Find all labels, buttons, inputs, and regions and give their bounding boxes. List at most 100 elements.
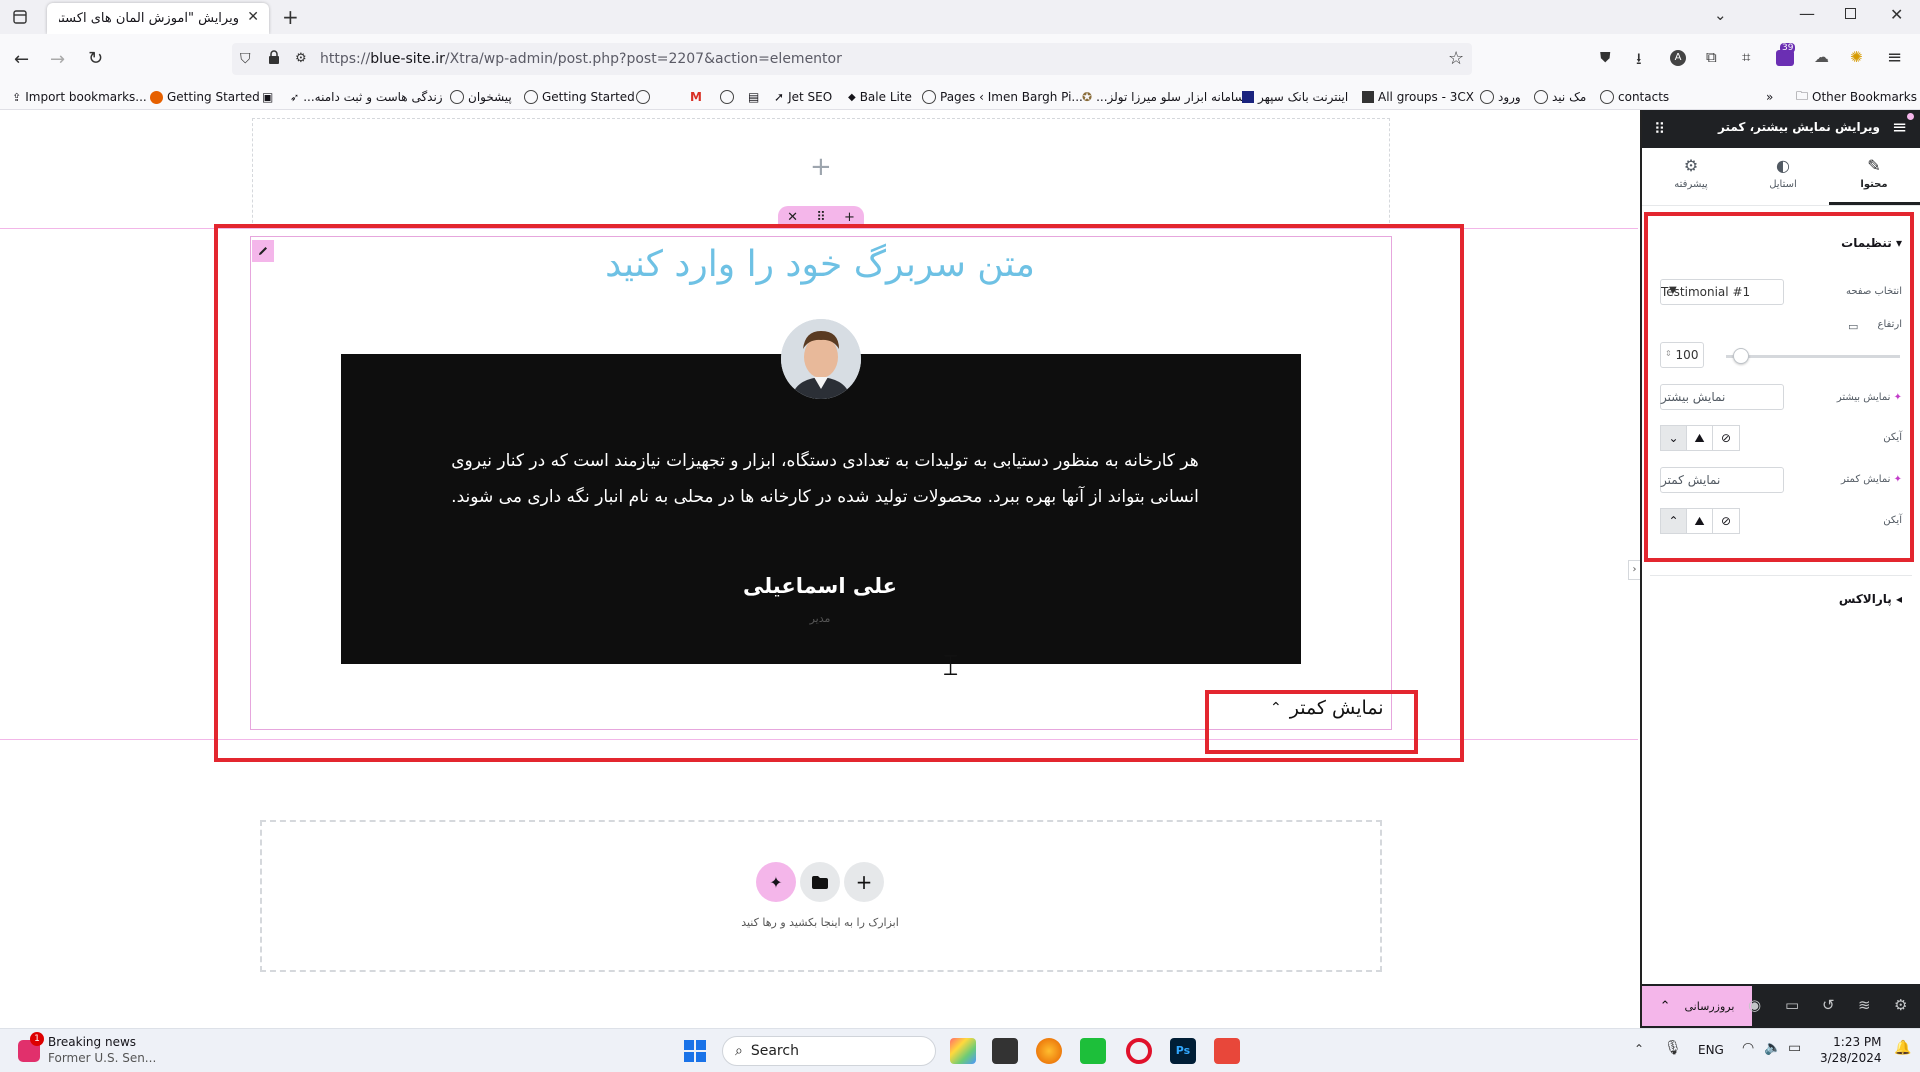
bookmark-app-icon[interactable]: ▤ <box>748 87 759 107</box>
chevron-up-icon-2[interactable]: ⌃ <box>1661 509 1687 533</box>
preview-eye-icon[interactable]: ◉ <box>1748 996 1761 1014</box>
permissions-icon[interactable]: ⚙ <box>295 51 307 66</box>
bookmark-getting-started-2[interactable]: Getting Started <box>524 87 635 107</box>
close-window-icon[interactable]: ✕ <box>1890 5 1903 24</box>
crop-icon[interactable]: ⌗ <box>1742 48 1750 66</box>
bookmark-star-icon[interactable]: ☆ <box>1448 48 1464 69</box>
bookmark-pages[interactable]: Pages ‹ Imen Bargh Pi... <box>922 87 1083 107</box>
notifications-bell-icon[interactable]: 🔔 <box>1894 1040 1911 1056</box>
show-more-text-input[interactable]: نمایش بیشتر <box>1660 384 1784 410</box>
bookmark-getting-started[interactable]: Getting Started <box>150 87 260 107</box>
no-icon-icon-2[interactable]: ⊘ <box>1713 509 1739 533</box>
update-button[interactable]: بروزرسانی ⌃ <box>1642 986 1752 1026</box>
wifi-icon[interactable]: ◠ <box>1742 1040 1754 1056</box>
history-icon[interactable]: ↺ <box>1822 996 1835 1014</box>
photoshop-app-icon[interactable]: Ps <box>1170 1038 1196 1064</box>
microphone-icon[interactable]: 🎙 <box>1664 1040 1682 1056</box>
responsive-desktop-icon[interactable]: ▭ <box>1848 320 1858 333</box>
downloads-icon[interactable]: ⭳ <box>1636 48 1642 75</box>
section-parallax-toggle[interactable]: ◂ پارالاکس <box>1760 592 1902 606</box>
menu-icon[interactable]: ≡ <box>1887 47 1902 68</box>
add-element-plus-icon[interactable]: + <box>810 152 832 182</box>
no-icon-icon[interactable]: ⊘ <box>1713 426 1739 450</box>
height-number-input[interactable]: ⇕ 100 <box>1660 342 1704 368</box>
minimize-icon[interactable]: — <box>1799 4 1815 23</box>
volume-icon[interactable]: 🔈 <box>1764 1040 1781 1056</box>
bookmark-contacts[interactable]: contacts <box>1600 87 1669 107</box>
bookmarks-overflow-icon[interactable]: » <box>1766 87 1773 107</box>
firefox-app-icon[interactable] <box>1036 1038 1062 1064</box>
show-less-icon-chooser[interactable]: ⌃ ⛰ ⊘ <box>1660 508 1740 534</box>
tab-overflow-chevron-icon[interactable]: ⌄ <box>1714 6 1727 24</box>
news-widget[interactable]: 1 Breaking news Former U.S. Sen... <box>18 1032 156 1066</box>
bookmark-jet-seo[interactable]: ➚ Jet SEO <box>774 87 832 107</box>
responsive-mode-icon[interactable]: ▭ <box>1785 996 1799 1014</box>
section-settings-toggle[interactable]: ▾ تنظیمات <box>1760 236 1902 250</box>
show-less-text-input[interactable]: نمایش کمتر <box>1660 467 1784 493</box>
account-icon[interactable]: A <box>1670 50 1686 66</box>
taskbar-search[interactable]: ⌕ Search <box>722 1036 936 1066</box>
cloud-icon[interactable]: ☁ <box>1814 48 1829 66</box>
browser-tab[interactable]: ویرایش "آموزش المان های اکسترا – ... ✕ <box>47 3 269 34</box>
bookmark-globe-icon-2[interactable] <box>720 87 734 107</box>
drag-section-icon[interactable]: ⠿ <box>816 210 826 225</box>
reload-icon[interactable]: ↻ <box>88 48 103 69</box>
height-slider[interactable] <box>1726 348 1900 364</box>
pocket-icon[interactable]: ⛊ <box>1600 50 1611 66</box>
upload-icon-2[interactable]: ⛰ <box>1687 509 1713 533</box>
files-app-icon[interactable] <box>992 1038 1018 1064</box>
shield-icon[interactable]: ⛉ <box>240 51 251 67</box>
height-slider-thumb[interactable] <box>1732 348 1749 364</box>
copilot-app-icon[interactable] <box>950 1038 976 1064</box>
upload-icon[interactable]: ⛰ <box>1687 426 1713 450</box>
extension-badge-icon[interactable]: 39 <box>1776 43 1796 66</box>
extensions-icon[interactable]: ⧉ <box>1706 48 1717 66</box>
url-text[interactable]: https://blue-site.ir/Xtra/wp-admin/post.… <box>320 51 842 67</box>
tab-list-icon[interactable] <box>10 8 30 26</box>
addon-icon[interactable]: ✺ <box>1850 48 1863 66</box>
bookmark-globe-icon[interactable] <box>636 87 650 107</box>
windows-start-icon[interactable] <box>684 1040 706 1062</box>
bookmark-3cx[interactable]: All groups - 3CX <box>1362 87 1474 107</box>
other-bookmarks[interactable]: 🗀 Other Bookmarks <box>1796 87 1917 107</box>
bookmark-gmail-icon[interactable]: M <box>690 87 702 107</box>
green-app-icon[interactable] <box>1080 1038 1106 1064</box>
bookmark-login[interactable]: ورود <box>1480 87 1521 107</box>
system-clock[interactable]: 1:23 PM 3/28/2024 <box>1820 1034 1882 1066</box>
add-section-icon[interactable]: + <box>844 210 855 225</box>
bookmark-tools[interactable]: ✪ ...سامانه ابزار سلو میرزا تولز <box>1082 87 1245 107</box>
chevron-up-icon-3[interactable]: ⌃ <box>1660 999 1671 1014</box>
bookmark-dashboard[interactable]: پیشخوان <box>450 87 512 107</box>
show-more-icon-chooser[interactable]: ⌄ ⛰ ⊘ <box>1660 425 1740 451</box>
back-icon[interactable]: ← <box>14 49 29 70</box>
tray-chevron-icon[interactable]: ⌃ <box>1634 1042 1644 1056</box>
language-indicator[interactable]: ENG <box>1698 1043 1724 1057</box>
settings-gear-icon[interactable]: ⚙ <box>1894 996 1907 1014</box>
hamburger-menu-icon[interactable]: ≡ <box>1892 117 1907 138</box>
add-section-button[interactable]: + <box>844 862 884 902</box>
select-page-dropdown[interactable]: Testimonial #1 ▼ <box>1660 279 1784 305</box>
lock-icon[interactable] <box>268 50 280 65</box>
tab-style[interactable]: ◐ استایل <box>1738 156 1828 190</box>
bookmark-bank[interactable]: اینترنت بانک سپهر <box>1242 87 1348 107</box>
bookmark-icon[interactable]: ▣ <box>262 87 273 107</box>
tab-advanced[interactable]: ⚙ پیشرفته <box>1646 156 1736 190</box>
tab-content[interactable]: ✎ محتوا <box>1829 156 1919 190</box>
forward-icon[interactable]: → <box>50 49 65 70</box>
collapse-panel-icon[interactable]: › <box>1628 560 1640 580</box>
bookmark-domain[interactable]: ➶ ...زندگی هاست و ثبت دامنه <box>290 87 443 107</box>
opera-app-icon[interactable] <box>1126 1038 1152 1064</box>
chevron-down-icon[interactable]: ⌄ <box>1661 426 1687 450</box>
bookmark-import[interactable]: ⇪ Import bookmarks... <box>12 87 147 107</box>
restore-icon[interactable] <box>1845 8 1856 19</box>
battery-icon[interactable]: ▭ <box>1788 1040 1801 1056</box>
template-library-button[interactable] <box>800 862 840 902</box>
delete-section-icon[interactable]: ✕ <box>787 210 798 225</box>
bookmark-bale-lite[interactable]: ◆ Bale Lite <box>848 87 912 107</box>
new-tab-icon[interactable]: + <box>282 5 299 29</box>
navigator-layers-icon[interactable]: ≋ <box>1858 996 1871 1014</box>
bookmark-mac-nid[interactable]: مک نید <box>1534 87 1586 107</box>
ai-sparkle-button[interactable]: ✦ <box>756 862 796 902</box>
red-app-icon[interactable] <box>1214 1038 1240 1064</box>
close-tab-icon[interactable]: ✕ <box>247 9 259 25</box>
